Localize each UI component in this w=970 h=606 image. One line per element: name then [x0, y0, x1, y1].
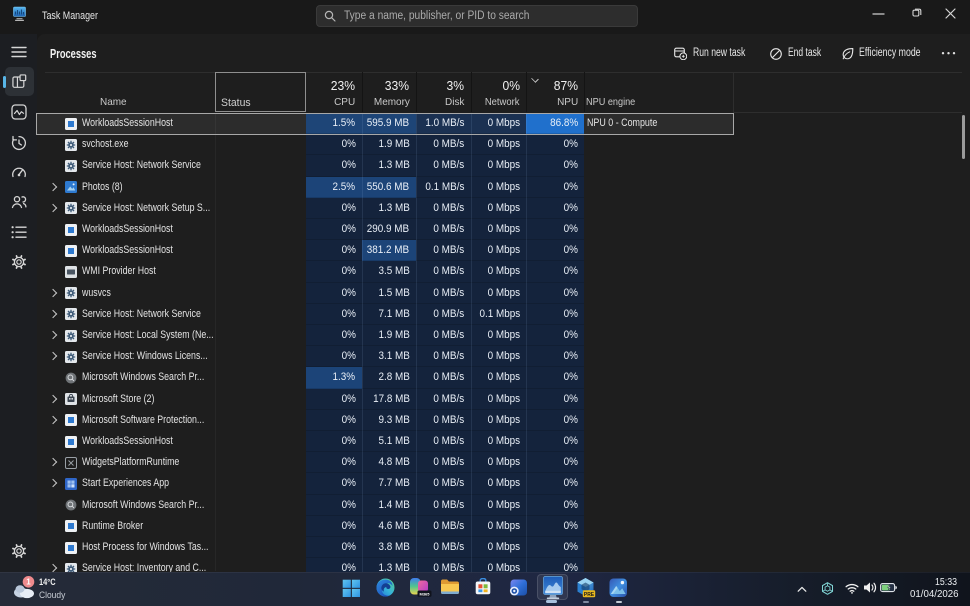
svg-text:M365: M365: [419, 592, 430, 597]
svg-text:PRE: PRE: [584, 591, 595, 597]
svg-text:1: 1: [26, 578, 31, 587]
